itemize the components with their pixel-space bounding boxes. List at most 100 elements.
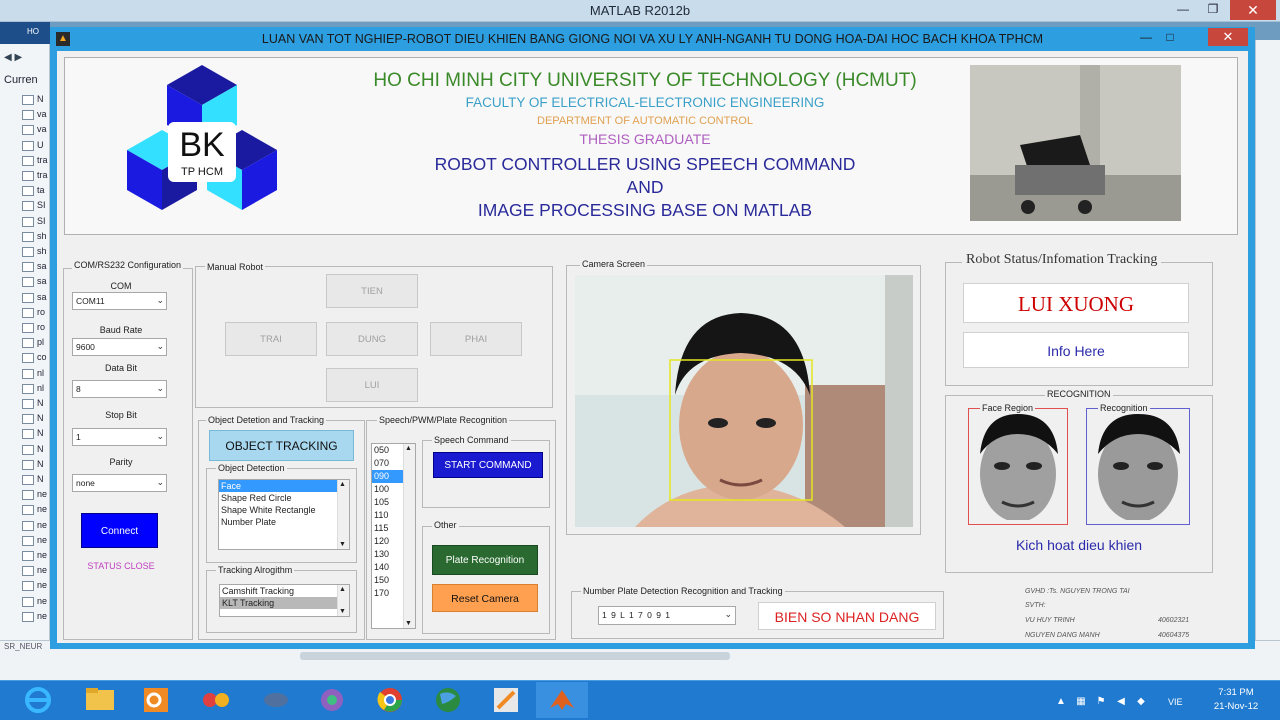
gui-close-button[interactable]: ✕ <box>1208 28 1248 46</box>
outlook-icon[interactable] <box>130 682 182 718</box>
gui-maximize-button[interactable]: □ <box>1160 30 1180 46</box>
app-icon[interactable] <box>480 682 532 718</box>
plate-panel-title: Number Plate Detection Recognition and T… <box>581 586 785 596</box>
file-icon <box>22 475 34 485</box>
listbox-scrollbar[interactable]: ▲ ▼ <box>337 480 349 549</box>
com-select[interactable]: COM11 ⌄ <box>72 292 167 310</box>
info-text: Info Here <box>963 332 1189 368</box>
gui-minimize-button[interactable]: — <box>1136 30 1156 46</box>
matlab-restore-button[interactable]: ❐ <box>1200 2 1226 18</box>
matlab-window-title: MATLAB R2012b <box>589 3 691 18</box>
camera-feed <box>575 275 913 527</box>
file-icon <box>22 611 34 622</box>
file-icon <box>22 201 34 212</box>
file-icon <box>22 231 34 242</box>
tracking-title: Tracking Alrogithm <box>216 565 295 575</box>
file-icon <box>22 110 34 121</box>
clock-time: 7:31 PM <box>1218 687 1254 698</box>
pwm-listbox[interactable]: 050 070 090 100 105 110 115 120 130 140 150 170 ▲ ▼ <box>371 443 416 629</box>
plate-recognition-button[interactable]: Plate Recognition <box>432 545 538 575</box>
file-icon <box>22 399 34 409</box>
file-icon <box>22 307 34 318</box>
flag-icon[interactable]: ⚑ <box>1095 696 1107 708</box>
app-icon[interactable] <box>250 682 302 718</box>
recognition-title: Recognition <box>1098 403 1150 413</box>
file-icon <box>22 505 34 516</box>
left-button[interactable]: TRAI <box>225 322 317 356</box>
object-tracking-button[interactable]: OBJECT TRACKING <box>209 430 354 461</box>
robot-photo <box>970 65 1181 221</box>
chevron-down-icon: ⌄ <box>156 383 164 393</box>
speech-command-title: Speech Command <box>432 435 511 445</box>
plate-select[interactable]: 1 9 L 1 7 0 9 1 ⌄ <box>598 606 736 625</box>
ie-icon[interactable] <box>16 684 60 716</box>
chrome-icon[interactable] <box>364 682 416 718</box>
matlab-close-button[interactable]: ✕ <box>1230 0 1276 20</box>
student2-name: NGUYEN DANG MANH <box>1025 632 1100 639</box>
detection-title: Object Detection <box>216 463 287 473</box>
list-item[interactable]: Shape Red Circle <box>219 492 349 504</box>
databit-label: Data Bit <box>104 363 137 373</box>
list-item[interactable]: Number Plate <box>219 516 349 528</box>
app-icon[interactable] <box>190 682 242 718</box>
shield-icon[interactable]: ◆ <box>1135 696 1147 708</box>
parity-select[interactable]: none ⌄ <box>72 474 167 492</box>
volume-icon[interactable]: ◀ <box>1115 696 1127 708</box>
recognition-image <box>1090 414 1186 520</box>
matlab-taskbar-icon[interactable] <box>536 682 588 718</box>
nav-arrows-icon[interactable]: ◀ ▶ <box>4 52 22 63</box>
chevron-down-icon: ⌄ <box>156 431 164 441</box>
face-region-image <box>972 414 1064 520</box>
current-folder-label: Curren <box>4 74 38 86</box>
language-indicator[interactable]: VIE <box>1168 697 1183 707</box>
file-icon <box>22 429 34 440</box>
stop-button[interactable]: DUNG <box>326 322 418 356</box>
file-icon <box>22 566 34 577</box>
right-button[interactable]: PHAI <box>430 322 522 356</box>
databit-select[interactable]: 8 ⌄ <box>72 380 167 398</box>
file-icon <box>22 383 34 394</box>
app-icon[interactable] <box>306 682 358 718</box>
horizontal-scrollbar[interactable] <box>300 652 730 660</box>
file-icon <box>22 581 34 592</box>
com-config-panel <box>63 268 193 640</box>
connect-button[interactable]: Connect <box>81 513 158 548</box>
list-item[interactable]: Camshift Tracking <box>220 585 349 597</box>
clock[interactable]: 7:31 PM 21-Nov-12 <box>1196 686 1276 714</box>
student1-id: 40602321 <box>1158 617 1190 624</box>
file-icon <box>22 171 34 181</box>
globe-icon[interactable] <box>422 682 474 718</box>
list-item[interactable]: Face <box>219 480 349 492</box>
file-icon <box>22 186 34 197</box>
file-explorer-icon[interactable] <box>74 682 126 718</box>
stopbit-select[interactable]: 1 ⌄ <box>72 428 167 446</box>
file-icon <box>22 353 34 364</box>
com-label: COM <box>110 281 132 291</box>
tracking-listbox[interactable]: Camshift Tracking KLT Tracking ▲ ▼ <box>219 584 350 617</box>
file-icon <box>22 262 34 273</box>
detection-listbox[interactable]: Face Shape Red Circle Shape White Rectan… <box>218 479 350 550</box>
chevron-up-icon[interactable]: ▲ <box>1055 696 1067 708</box>
face-region-title: Face Region <box>980 403 1036 413</box>
reset-camera-button[interactable]: Reset Camera <box>432 584 538 612</box>
file-icon <box>22 551 34 561</box>
matlab-minimize-button[interactable]: — <box>1170 2 1196 18</box>
list-item[interactable]: KLT Tracking <box>220 597 349 609</box>
scroll-up-icon: ▲ <box>339 481 346 488</box>
status-panel-title: Robot Status/Infomation Tracking <box>962 252 1162 268</box>
network-icon[interactable]: ▦ <box>1075 696 1087 708</box>
forward-button[interactable]: TIEN <box>326 274 418 308</box>
speech-panel-title: Speech/PWM/Plate Recognition <box>377 415 510 425</box>
listbox-scrollbar[interactable]: ▲ ▼ <box>403 444 415 628</box>
backward-button[interactable]: LUI <box>326 368 418 402</box>
matlab-status-text: SR_NEUR <box>4 642 43 651</box>
start-command-button[interactable]: START COMMAND <box>433 452 543 478</box>
object-panel-title: Object Detetion and Tracking <box>206 415 327 425</box>
matlab-home-tab[interactable]: HO <box>0 22 50 44</box>
file-icon <box>22 155 34 166</box>
list-item[interactable]: Shape White Rectangle <box>219 504 349 516</box>
file-icon <box>22 140 34 151</box>
baud-select[interactable]: 9600 ⌄ <box>72 338 167 356</box>
students-label: SVTH: <box>1025 602 1046 609</box>
listbox-scrollbar[interactable]: ▲ ▼ <box>337 585 349 616</box>
